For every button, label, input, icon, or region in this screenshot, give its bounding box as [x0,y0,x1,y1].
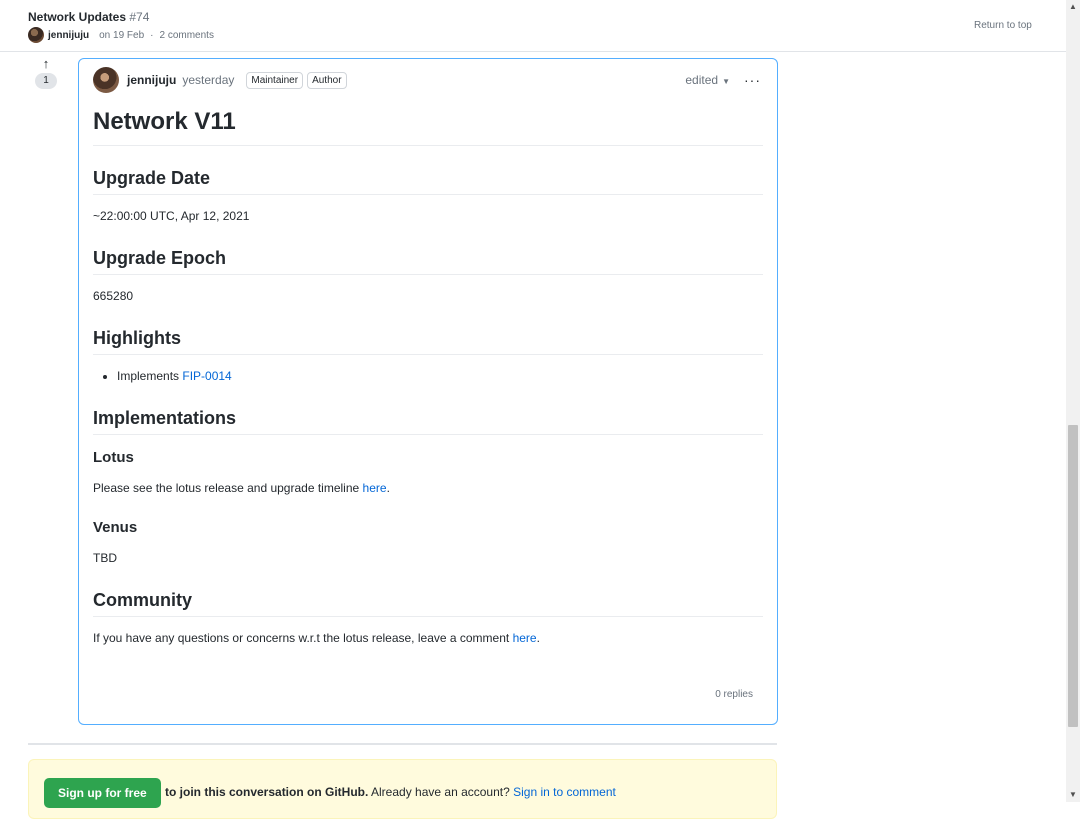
replies-count: 0 replies [715,689,753,700]
heading-highlights: Highlights [93,326,763,355]
venus-text: TBD [93,551,117,565]
avatar[interactable] [93,67,119,93]
maintainer-badge: Maintainer [246,71,304,89]
upgrade-epoch-text: 665280 [93,289,134,303]
thread-author-link[interactable]: jennijuju [48,30,89,41]
fip-0014-link[interactable]: FIP-0014 [182,369,231,383]
community-comment-link[interactable]: here [513,631,537,645]
highlight-prefix: Implements [117,369,180,383]
lotus-text: Please see the lotus release and upgrade… [93,481,360,495]
discussion-sticky-header: Network Updates #74 jennijuju on 19 Feb … [0,0,1066,52]
edited-label: edited [685,73,719,87]
arrow-up-icon: ↑ [42,56,50,71]
heading-upgrade-date: Upgrade Date [93,166,763,195]
edited-dropdown[interactable]: edited ▼ [685,73,730,87]
signup-prompt-text: Already have an account? [371,785,510,799]
thread-title[interactable]: Network Updates #74 [28,10,149,24]
return-to-top-link[interactable]: Return to top [974,20,1032,31]
comment-header: jennijuju yesterday Maintainer Author ed… [93,66,763,94]
sign-in-link[interactable]: Sign in to comment [513,785,616,799]
signup-banner: Sign up for free to join this conversati… [28,759,777,819]
thread-number: #74 [129,10,150,24]
kebab-horizontal-icon[interactable]: ··· [744,72,761,88]
meta-separator: · [150,29,154,41]
comment-author-link[interactable]: jennijuju [127,73,176,87]
lotus-paragraph: Please see the lotus release and upgrade… [93,481,390,495]
thread-title-text: Network Updates [28,10,127,24]
comment-timestamp[interactable]: yesterday [182,73,234,87]
heading-upgrade-epoch: Upgrade Epoch [93,246,763,275]
community-paragraph: If you have any questions or concerns w.… [93,631,540,645]
upvote-count: 1 [35,73,57,89]
lotus-timeline-link[interactable]: here [363,481,387,495]
thread-date: on 19 Feb [99,29,145,41]
thread-meta: jennijuju on 19 Feb · 2 comments [28,27,214,43]
signup-text: to join this conversation on GitHub. Alr… [165,785,616,799]
comment-count: 2 comments [159,29,214,41]
scroll-down-icon[interactable]: ▼ [1066,788,1080,802]
community-text: If you have any questions or concerns w.… [93,631,510,645]
scrollbar-thumb[interactable] [1068,425,1078,727]
upgrade-date-text: ~22:00:00 UTC, Apr 12, 2021 [93,209,250,223]
chevron-down-icon: ▼ [722,77,730,86]
upvote-button[interactable]: ↑ 1 [34,56,58,89]
heading-community: Community [93,588,763,617]
page-scrollbar[interactable]: ▲ ▼ [1066,0,1080,802]
comment-body: Network V11 Upgrade Date ~22:00:00 UTC, … [93,105,763,668]
signup-bold-text: to join this conversation on GitHub. [165,785,369,799]
heading-venus: Venus [93,519,138,536]
scroll-up-icon[interactable]: ▲ [1066,0,1080,14]
author-badge: Author [307,71,347,89]
divider [28,743,777,745]
sign-up-button[interactable]: Sign up for free [44,778,161,808]
comment-box: jennijuju yesterday Maintainer Author ed… [78,58,778,725]
highlights-list: Implements FIP-0014 [93,368,763,384]
heading-network-v11: Network V11 [93,105,763,146]
heading-implementations: Implementations [93,406,763,435]
avatar[interactable] [28,27,44,43]
heading-lotus: Lotus [93,449,134,466]
list-item: Implements FIP-0014 [117,368,763,384]
